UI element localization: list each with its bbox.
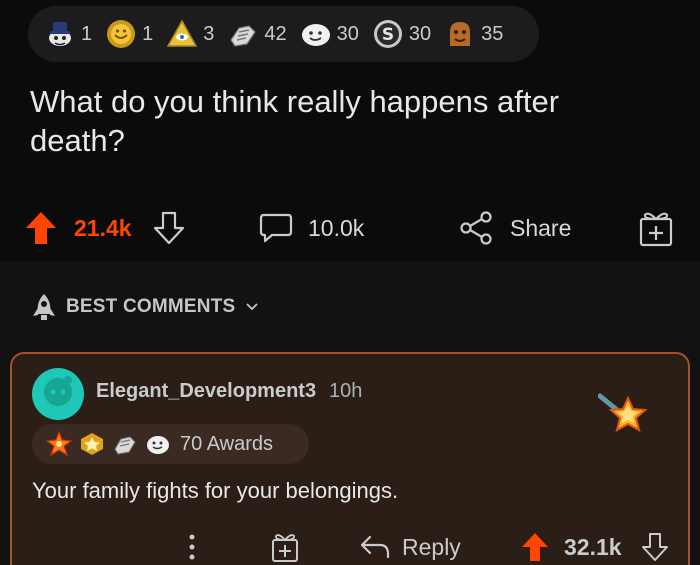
award-gold-sun[interactable]: 1 xyxy=(105,18,153,50)
give-award-button[interactable] xyxy=(638,200,674,256)
starstruck-award-icon xyxy=(46,431,72,457)
comment-sort-dropdown[interactable]: BEST COMMENTS xyxy=(30,292,259,322)
award-helpful-hand[interactable]: 42 xyxy=(227,18,287,50)
gold-sun-award-icon xyxy=(107,20,136,48)
comment-body: Your family fights for your belongings. xyxy=(32,478,399,503)
sort-label: BEST COMMENTS xyxy=(66,296,236,317)
helpful-hand-award-icon xyxy=(114,436,136,455)
svg-text:S: S xyxy=(382,25,394,45)
award-eye-pyramid[interactable]: 3 xyxy=(166,18,214,50)
comment-awards-total: 70 Awards xyxy=(180,432,274,455)
comment-downvote-button[interactable] xyxy=(640,524,670,565)
comment-awards-row[interactable]: 70 Awards xyxy=(32,424,309,464)
chevron-down-icon xyxy=(246,303,259,311)
award-count: 1 xyxy=(142,22,154,45)
comment-give-award-button[interactable] xyxy=(270,524,300,565)
gift-award-icon xyxy=(272,534,298,562)
downvote-button[interactable] xyxy=(152,200,186,256)
bronze-award-icon xyxy=(450,22,471,46)
reply-arrow-icon xyxy=(360,535,390,559)
award-count: 1 xyxy=(81,22,93,45)
post-awards-bar[interactable]: 1 1 3 42 30 S 30 35 xyxy=(28,6,539,62)
shooting-star-award-icon xyxy=(598,393,648,432)
comments-section: BEST COMMENTS Elegant_Development3 10h 7… xyxy=(0,262,700,565)
share-button[interactable]: Share xyxy=(458,200,571,256)
gold-star-award-icon xyxy=(81,433,103,455)
avatar[interactable] xyxy=(32,368,84,420)
downvote-arrow-icon xyxy=(153,211,185,245)
silver-award-icon: S xyxy=(373,20,402,48)
award-count: 35 xyxy=(481,22,504,45)
comment-upvote-count: 32.1k xyxy=(564,533,622,560)
wholesome-award-icon xyxy=(147,436,169,454)
reply-label: Reply xyxy=(402,533,461,560)
award-wholesome[interactable]: 30 xyxy=(300,18,359,50)
comment-reply-button[interactable]: Reply xyxy=(358,524,461,565)
comments-button[interactable]: 10.0k xyxy=(258,200,364,256)
comment-vote-count: 32.1k xyxy=(564,524,622,565)
post-vote-count: 21.4k xyxy=(74,200,132,256)
eye-pyramid-award-icon xyxy=(166,19,198,47)
award-bronze[interactable]: 35 xyxy=(444,18,503,50)
upvote-button[interactable] xyxy=(24,200,58,256)
comment-upvote-button[interactable] xyxy=(520,524,550,565)
gift-award-icon xyxy=(639,212,673,247)
post-upvote-count: 21.4k xyxy=(74,214,132,241)
comment-timestamp: 10h xyxy=(329,380,363,402)
share-icon xyxy=(460,211,492,245)
helpful-hand-award-icon xyxy=(230,25,257,47)
share-label: Share xyxy=(510,214,572,241)
comment-more-button[interactable] xyxy=(186,524,198,565)
upvote-arrow-icon xyxy=(522,533,548,561)
award-silver[interactable]: S 30 xyxy=(372,18,431,50)
comment-bubble-icon xyxy=(259,213,293,243)
comment-username[interactable]: Elegant_Development3 xyxy=(96,380,316,403)
post-comments-count: 10.0k xyxy=(308,214,365,241)
wholesome-award-icon xyxy=(301,24,330,46)
award-count: 30 xyxy=(336,22,359,45)
award-count: 42 xyxy=(264,22,287,45)
comment-card: Elegant_Development3 10h 70 Awards Your … xyxy=(10,352,690,565)
upvote-arrow-icon xyxy=(26,212,56,244)
tophat-award-icon xyxy=(49,22,71,46)
award-tophat[interactable]: 1 xyxy=(44,18,92,50)
post-action-bar: 21.4k 10.0k Share xyxy=(0,200,700,256)
rocket-sort-icon xyxy=(33,294,55,320)
award-count: 30 xyxy=(408,22,432,45)
downvote-arrow-icon xyxy=(642,533,668,561)
comment-action-bar: Reply 32.1k xyxy=(12,524,688,565)
more-dots-icon xyxy=(189,534,195,560)
post-title: What do you think really happens after d… xyxy=(30,84,560,158)
award-count: 3 xyxy=(203,22,215,45)
